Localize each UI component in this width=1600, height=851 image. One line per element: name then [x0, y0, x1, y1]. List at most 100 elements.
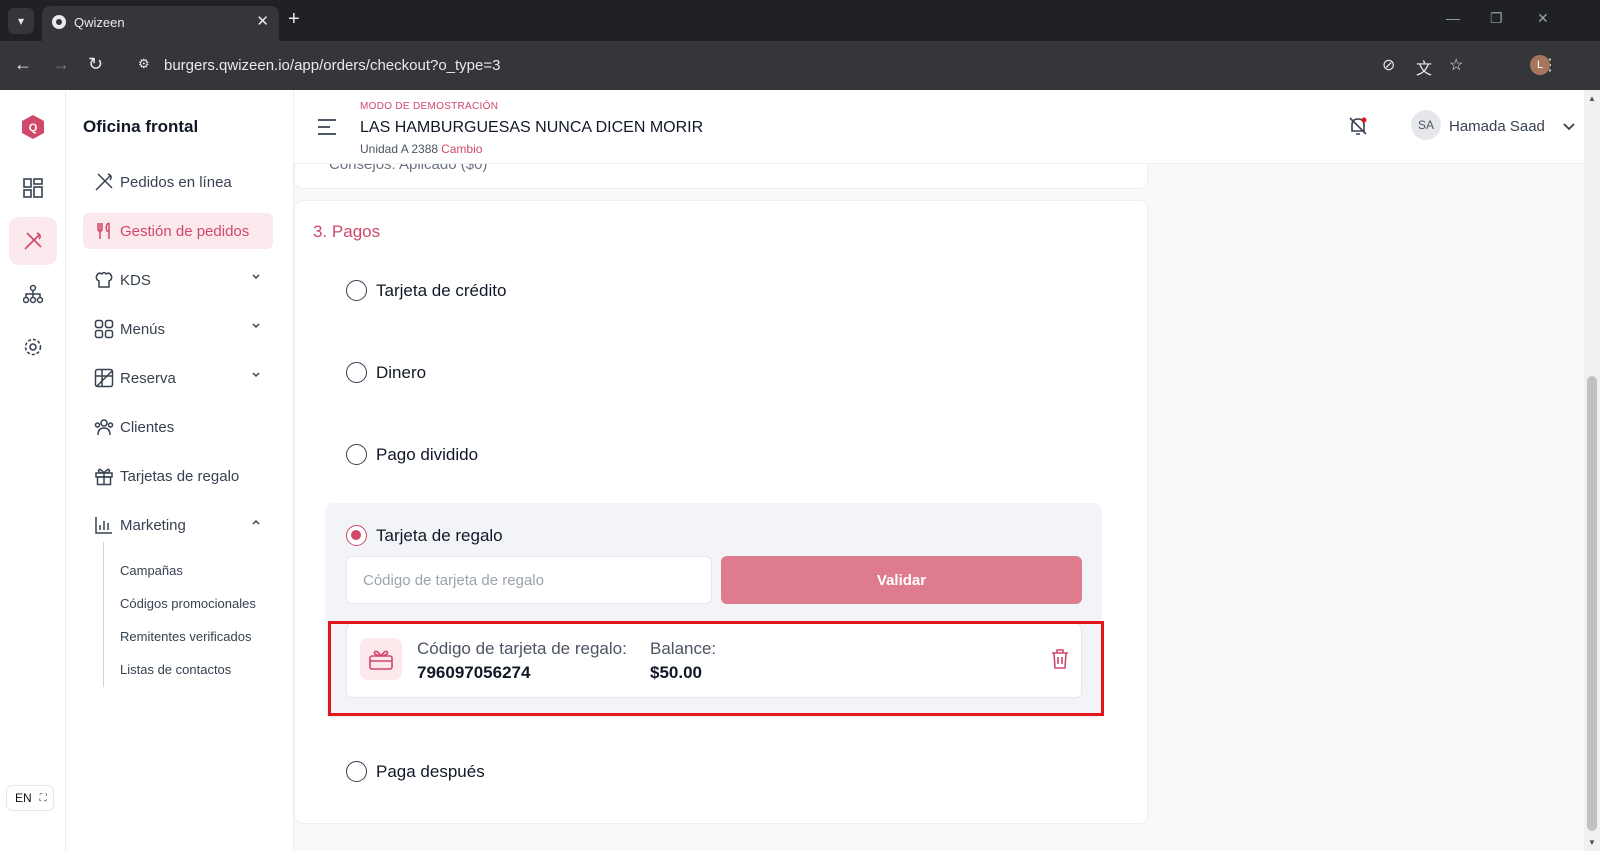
payment-option-split[interactable]: Pago dividido: [346, 444, 478, 465]
sidebar-item-online-orders[interactable]: Pedidos en línea: [83, 164, 273, 200]
chevron-down-icon: [252, 274, 260, 280]
store-name: LAS HAMBURGUESAS NUNCA DICEN MORIR: [360, 119, 704, 136]
favicon-icon: [52, 15, 66, 29]
scroll-up-icon[interactable]: ▲: [1588, 94, 1596, 103]
browser-tab-bar: ▾ Qwizeen ✕ + — ❐ ✕: [0, 0, 1600, 41]
minimize-icon[interactable]: —: [1446, 10, 1460, 26]
sidebar-subitem-campaigns[interactable]: Campañas: [120, 563, 183, 578]
sidebar-item-label: Pedidos en línea: [120, 173, 232, 191]
forward-icon[interactable]: →: [52, 54, 70, 75]
restore-icon[interactable]: ❐: [1490, 10, 1503, 27]
sidebar-subitem-verified-senders[interactable]: Remitentes verificados: [120, 629, 252, 644]
org-chart-icon: [23, 284, 43, 304]
sidebar-item-kds[interactable]: KDS: [83, 262, 273, 298]
payment-option-label: Paga después: [376, 761, 485, 781]
window-close-icon[interactable]: ✕: [1537, 10, 1549, 27]
gift-card-code-input[interactable]: [346, 556, 712, 604]
rail-orders[interactable]: [9, 217, 57, 265]
user-name[interactable]: Hamada Saad: [1449, 118, 1545, 135]
gift-icon: [93, 465, 115, 487]
sidebar-item-label: Marketing: [120, 516, 186, 534]
payment-option-gift-card[interactable]: Tarjeta de regalo: [346, 525, 503, 546]
chef-hat-icon: [93, 269, 115, 291]
sidebar-item-menus[interactable]: Menús: [83, 311, 273, 347]
payment-option-label: Tarjeta de crédito: [376, 280, 507, 300]
sidebar-subitem-promo-codes[interactable]: Códigos promocionales: [120, 596, 256, 611]
unit-label: Unidad A 2388: [360, 142, 439, 156]
scroll-thumb[interactable]: [1587, 376, 1597, 831]
demo-mode-label: MODO DE DEMOSTRACIÓN: [360, 101, 499, 112]
chevron-down-icon[interactable]: [1562, 120, 1576, 134]
table-icon: [93, 367, 115, 389]
profile-avatar[interactable]: L: [1530, 55, 1550, 75]
browser-toolbar: ← → ↻ ⚙ burgers.qwizeen.io/app/orders/ch…: [0, 41, 1600, 90]
sidebar-item-marketing[interactable]: Marketing: [83, 507, 273, 543]
new-tab-icon[interactable]: +: [288, 8, 300, 31]
sidebar-item-label: Clientes: [120, 418, 175, 436]
sidebar-item-label: Tarjetas de regalo: [120, 467, 240, 485]
payment-option-pay-later[interactable]: Paga después: [346, 761, 485, 782]
radio-cash[interactable]: [346, 362, 367, 383]
svg-text:Q: Q: [29, 122, 38, 134]
tips-applied-text: Consejos: Aplicado ($0): [329, 164, 488, 173]
grid-icon: [93, 318, 115, 340]
annotation-highlight-box: [328, 621, 1104, 716]
dashboard-icon: [23, 178, 43, 198]
payments-title: 3. Pagos: [313, 222, 381, 241]
validate-button[interactable]: Validar: [721, 556, 1082, 604]
fork-knife-icon: [93, 171, 115, 193]
eye-off-icon[interactable]: ⊘: [1382, 55, 1395, 75]
users-icon: [93, 416, 115, 438]
tab-close-icon[interactable]: ✕: [256, 12, 269, 30]
radio-credit-card[interactable]: [346, 280, 367, 301]
radio-split-payment[interactable]: [346, 444, 367, 465]
tab-search-button[interactable]: ▾: [8, 8, 34, 34]
sidebar-item-label: KDS: [120, 271, 151, 289]
sidebar-item-reservation[interactable]: Reserva: [83, 360, 273, 396]
chevron-up-icon: [252, 519, 260, 525]
language-label: EN: [15, 791, 32, 805]
rail-dashboard[interactable]: [9, 164, 57, 212]
fullscreen-icon[interactable]: ⛶: [40, 793, 47, 804]
qwizeen-logo-icon[interactable]: Q: [22, 115, 44, 139]
icon-rail: Q EN ⛶: [0, 90, 66, 851]
gear-icon: [24, 338, 42, 356]
payment-option-cash[interactable]: Dinero: [346, 362, 426, 383]
sidebar-item-label: Menús: [120, 320, 166, 338]
site-settings-icon[interactable]: ⚙: [138, 56, 154, 72]
bookmark-star-icon[interactable]: ☆: [1449, 55, 1463, 75]
translate-icon[interactable]: 文: [1416, 55, 1432, 79]
tips-card: Consejos: Aplicado ($0): [294, 164, 1148, 189]
reload-icon[interactable]: ↻: [88, 54, 103, 75]
page-scrollbar[interactable]: ▲ ▼: [1584, 90, 1600, 851]
sidebar-subitem-contact-lists[interactable]: Listas de contactos: [120, 662, 231, 677]
sidebar-item-customers[interactable]: Clientes: [83, 409, 273, 445]
main-content: Consejos: Aplicado ($0) 3. Pagos Tarjeta…: [294, 164, 1584, 851]
change-unit-link[interactable]: Cambio: [441, 142, 482, 156]
rail-organization[interactable]: [9, 270, 57, 318]
payment-option-label: Pago dividido: [376, 444, 479, 464]
payment-option-label: Dinero: [376, 362, 427, 382]
unit-line: Unidad A 2388 Cambio: [360, 142, 482, 156]
rail-settings[interactable]: [9, 323, 57, 371]
app-header: MODO DE DEMOSTRACIÓN LAS HAMBURGUESAS NU…: [294, 90, 1584, 164]
payment-option-label: Tarjeta de regalo: [376, 525, 503, 545]
hamburger-menu-icon[interactable]: [316, 117, 338, 137]
payments-card: 3. Pagos Tarjeta de crédito Dinero Pago …: [294, 200, 1148, 824]
sidebar-item-label: Gestión de pedidos: [120, 222, 250, 240]
scroll-down-icon[interactable]: ▼: [1588, 838, 1596, 847]
sidebar-item-order-management[interactable]: Gestión de pedidos: [83, 213, 273, 249]
back-icon[interactable]: ←: [14, 54, 32, 75]
payment-option-credit-card[interactable]: Tarjeta de crédito: [346, 280, 506, 301]
sidebar: Oficina frontal Pedidos en línea Gestión…: [66, 90, 294, 851]
radio-gift-card[interactable]: [346, 525, 367, 546]
sidebar-item-label: Reserva: [120, 369, 176, 387]
notifications-off-icon[interactable]: [1347, 115, 1369, 137]
browser-tab[interactable]: Qwizeen ✕: [42, 6, 279, 41]
user-avatar[interactable]: SA: [1411, 110, 1441, 140]
language-switch[interactable]: EN ⛶: [6, 785, 54, 811]
radio-pay-later[interactable]: [346, 761, 367, 782]
submenu-line: [103, 542, 104, 687]
address-bar[interactable]: ⚙ burgers.qwizeen.io/app/orders/checkout…: [124, 47, 1374, 83]
sidebar-item-gift-cards[interactable]: Tarjetas de regalo: [83, 458, 273, 494]
